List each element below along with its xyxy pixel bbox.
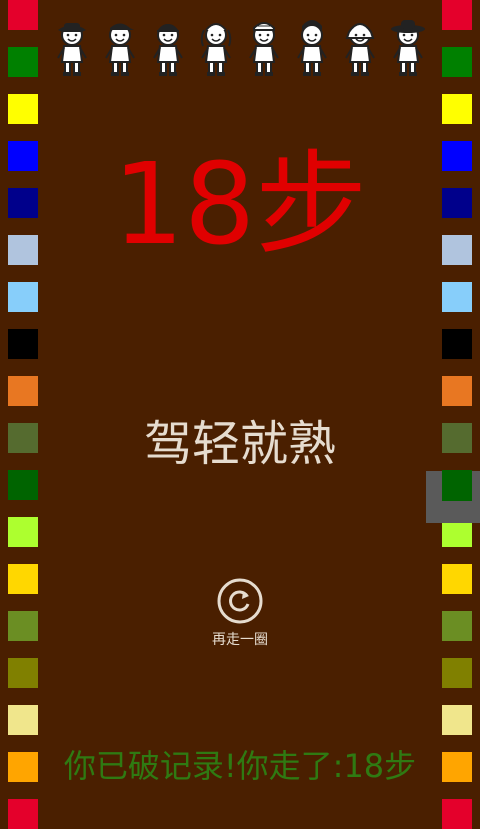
color-swatch [442, 705, 472, 735]
side-pull-tab[interactable] [426, 471, 480, 523]
color-swatch [442, 564, 472, 594]
pigtail-girl-icon [194, 16, 238, 78]
replay-button[interactable] [216, 577, 264, 625]
color-swatch [442, 799, 472, 829]
ponytail-girl-icon [290, 16, 334, 78]
helmet-boy-icon [146, 16, 190, 78]
character-row [50, 16, 430, 78]
color-swatch [8, 376, 38, 406]
color-swatch [442, 376, 472, 406]
color-swatch [442, 329, 472, 359]
step-count: 18步 [112, 140, 368, 270]
color-swatch [442, 658, 472, 688]
sunhat-boy-icon [386, 16, 430, 78]
headscarf-girl-icon [338, 16, 382, 78]
cap-boy-icon [98, 16, 142, 78]
color-swatch [8, 282, 38, 312]
color-swatch [442, 94, 472, 124]
side-tab-swatch [442, 471, 472, 501]
color-swatch [8, 658, 38, 688]
color-swatch [8, 0, 38, 30]
color-swatch [8, 47, 38, 77]
color-swatch [442, 282, 472, 312]
color-swatch [8, 799, 38, 829]
replay-icon [217, 578, 263, 624]
bandana-boy-icon [242, 16, 286, 78]
cowboy-boy-icon [50, 16, 94, 78]
color-swatch [8, 564, 38, 594]
color-swatch [8, 94, 38, 124]
color-swatch [8, 705, 38, 735]
color-swatch [8, 517, 38, 547]
color-swatch [442, 47, 472, 77]
rank-title: 驾轻就熟 [143, 416, 336, 472]
replay-label[interactable]: 再走一圈 [0, 630, 480, 650]
color-swatch [8, 329, 38, 359]
record-message: 你已破记录!你走了:18步 [63, 747, 417, 785]
color-swatch [442, 0, 472, 30]
